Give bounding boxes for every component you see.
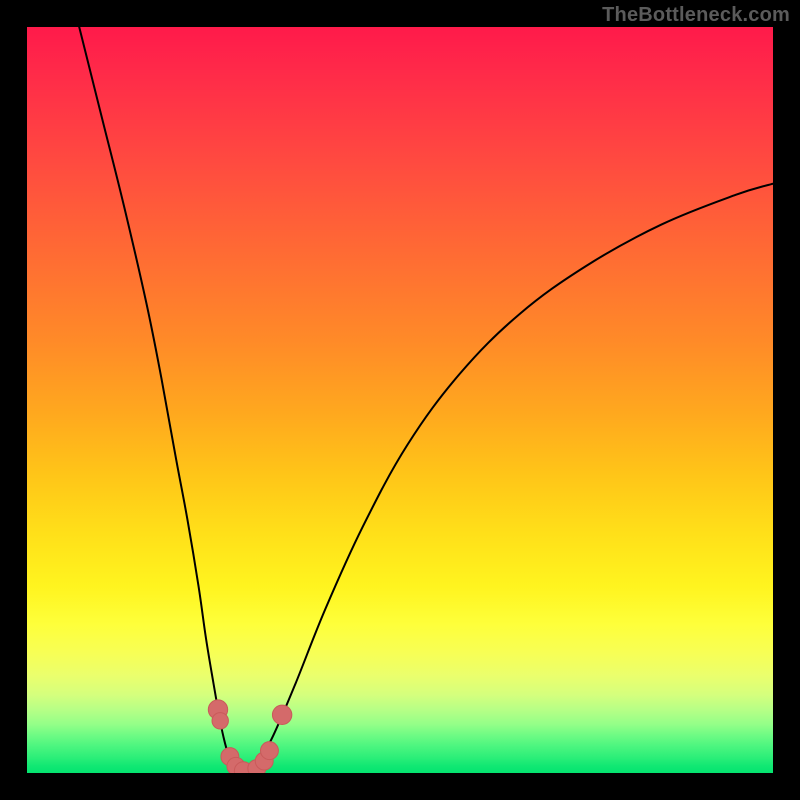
- curve-left-branch: [79, 27, 247, 773]
- watermark-text: TheBottleneck.com: [602, 4, 790, 27]
- chart-svg: [27, 27, 773, 773]
- curve-group: [79, 27, 773, 773]
- curve-right-branch: [247, 184, 773, 773]
- data-marker: [272, 705, 291, 724]
- data-marker: [261, 742, 279, 760]
- markers-group: [208, 700, 292, 773]
- outer-frame: TheBottleneck.com: [0, 0, 800, 800]
- plot-area: [27, 27, 773, 773]
- data-marker: [212, 713, 228, 729]
